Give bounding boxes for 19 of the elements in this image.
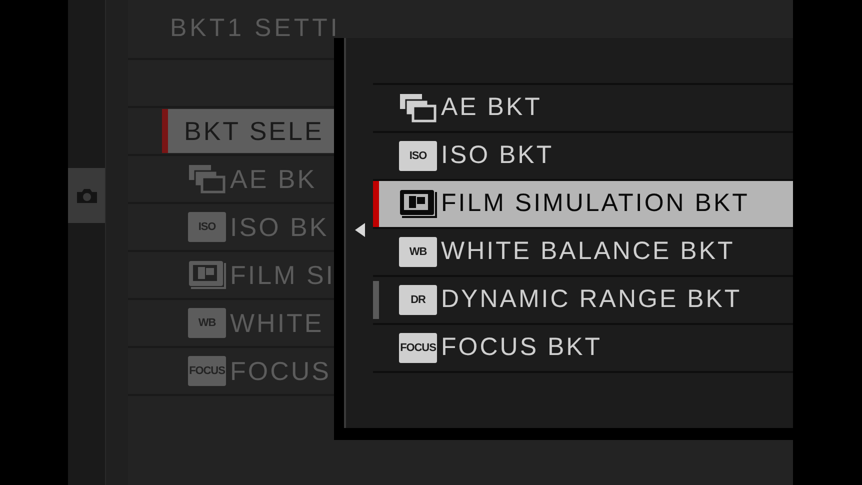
mode-badge: WB [188, 308, 226, 338]
option-row[interactable]: WB WHITE BALANCE BKT [373, 229, 793, 277]
camera-tab[interactable] [68, 168, 105, 223]
film-frame-icon [399, 189, 437, 219]
mode-badge: FOCUS [188, 356, 226, 386]
mode-badge: FOCUS [399, 333, 437, 363]
mode-badge: ISO [188, 212, 226, 242]
camera-icon [76, 188, 98, 204]
film-frame-icon [188, 260, 226, 290]
mode-badge: WB [399, 237, 437, 267]
option-row[interactable]: AE BKT [373, 85, 793, 133]
mode-badge: ISO [399, 141, 437, 171]
left-arrow-icon [355, 223, 365, 237]
mode-badge: DR [399, 285, 437, 315]
stacked-frames-icon [399, 93, 437, 123]
stacked-frames-icon [188, 164, 226, 194]
option-row[interactable]: DR DYNAMIC RANGE BKT [373, 277, 793, 325]
option-row[interactable]: FOCUS FOCUS BKT [373, 325, 793, 373]
option-row[interactable]: FILM SIMULATION BKT [373, 181, 793, 229]
